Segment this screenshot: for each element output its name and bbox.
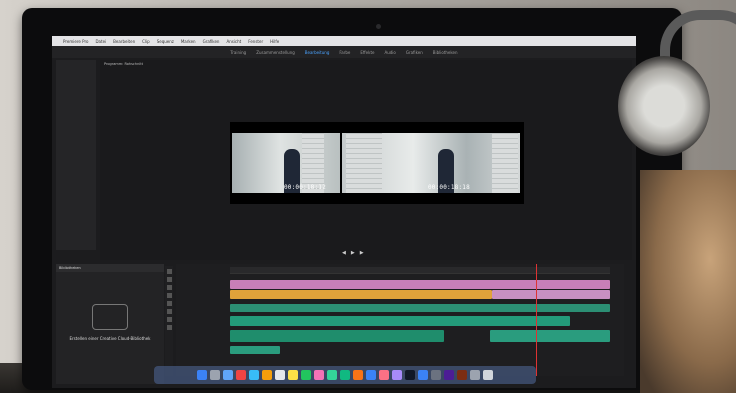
music-icon[interactable] <box>379 370 389 380</box>
notes-icon[interactable] <box>262 370 272 380</box>
program-monitor-tab[interactable]: Programm: Rohschnitt <box>104 62 143 66</box>
headphone-earcup <box>618 56 710 156</box>
time-ruler[interactable] <box>230 267 610 274</box>
menu-item[interactable]: Sequenz <box>157 39 174 44</box>
person-hair <box>640 170 736 393</box>
workspace-tab[interactable]: Audio <box>384 50 395 55</box>
library-caption: Erstellen einer Creative Cloud-Bibliothe… <box>69 336 151 341</box>
pages-icon[interactable] <box>353 370 363 380</box>
video-frame-left: 00:00:18:12 <box>232 133 340 193</box>
video-clip-orange[interactable] <box>230 290 492 299</box>
workspace-tab[interactable]: Farbe <box>339 50 350 55</box>
pen-tool-icon[interactable] <box>166 309 172 314</box>
headphones <box>600 10 736 180</box>
workspace-tab[interactable]: Effekte <box>360 50 374 55</box>
photos-icon[interactable] <box>314 370 324 380</box>
slip-tool-icon[interactable] <box>166 301 172 306</box>
workspace-tab[interactable]: Bibliotheken <box>433 50 458 55</box>
ripple-edit-tool-icon[interactable] <box>166 285 172 290</box>
creative-cloud-library-icon <box>92 304 128 330</box>
brick-wall <box>492 133 518 193</box>
transport-controls: ◀ ▶ ▶ <box>342 250 364 256</box>
menu-item[interactable]: Grafiken <box>203 39 220 44</box>
workspace-tab[interactable]: Zusammenstellung <box>256 50 295 55</box>
webcam <box>376 24 381 29</box>
audio-clip[interactable] <box>230 346 280 354</box>
workspace-tab-active[interactable]: Bearbeitung <box>305 50 330 55</box>
menu-app-title[interactable]: Premiere Pro <box>63 39 88 44</box>
video-clip-pink[interactable] <box>230 280 610 289</box>
selection-tool-icon[interactable] <box>166 269 172 274</box>
step-forward-icon[interactable]: ▶ <box>360 250 364 256</box>
hand-tool-icon[interactable] <box>166 317 172 322</box>
safari-icon[interactable] <box>223 370 233 380</box>
burned-in-timecode: 00:00:18:12 <box>284 184 326 191</box>
system-preferences-icon[interactable] <box>431 370 441 380</box>
audio-clip[interactable] <box>230 316 570 326</box>
menu-item[interactable]: Fenster <box>248 39 263 44</box>
track-select-tool-icon[interactable] <box>166 277 172 282</box>
app-store-icon[interactable] <box>418 370 428 380</box>
audio-clip[interactable] <box>230 330 444 342</box>
menu-item[interactable]: Marken <box>181 39 196 44</box>
macos-dock <box>154 366 536 384</box>
video-preview: 00:00:18:12 00:00:18:18 <box>230 122 524 204</box>
workspace-bar: Training Zusammenstellung Bearbeitung Fa… <box>52 46 636 58</box>
menu-item[interactable]: Hilfe <box>270 39 279 44</box>
video-frame-right: 00:00:18:18 <box>342 133 520 193</box>
program-monitor-panel: Programm: Rohschnitt 00:00:18:12 00:00:1… <box>100 60 632 260</box>
tools-panel <box>165 266 173 376</box>
mail-icon[interactable] <box>249 370 259 380</box>
maps-icon[interactable] <box>301 370 311 380</box>
audio-clip[interactable] <box>490 330 610 342</box>
finder-icon[interactable] <box>197 370 207 380</box>
keynote-icon[interactable] <box>366 370 376 380</box>
podcasts-icon[interactable] <box>392 370 402 380</box>
libraries-tab[interactable]: Bibliotheken <box>56 264 164 272</box>
premiere-pro-icon[interactable] <box>444 370 454 380</box>
chrome-icon[interactable] <box>236 370 246 380</box>
playhead-marker[interactable] <box>536 264 537 376</box>
step-back-icon[interactable]: ◀ <box>342 250 346 256</box>
facetime-icon[interactable] <box>340 370 350 380</box>
brick-wall <box>346 133 382 193</box>
menu-item[interactable]: Ansicht <box>226 39 241 44</box>
burned-in-timecode: 00:00:18:18 <box>428 184 470 191</box>
play-icon[interactable]: ▶ <box>351 250 355 256</box>
monitor-screen: Premiere Pro Datei Bearbeiten Clip Seque… <box>52 36 636 388</box>
razor-tool-icon[interactable] <box>166 293 172 298</box>
menu-item[interactable]: Datei <box>95 39 106 44</box>
workspace-tab[interactable]: Training <box>230 50 246 55</box>
calendar-icon[interactable] <box>275 370 285 380</box>
illustrator-icon[interactable] <box>457 370 467 380</box>
effect-controls-panel <box>56 60 96 250</box>
messages-icon[interactable] <box>327 370 337 380</box>
apple-tv-icon[interactable] <box>405 370 415 380</box>
timeline-panel[interactable] <box>176 264 624 376</box>
macos-menu-bar: Premiere Pro Datei Bearbeiten Clip Seque… <box>52 36 636 46</box>
video-clip-pink-2[interactable] <box>492 290 610 299</box>
libraries-panel: Bibliotheken Erstellen einer Creative Cl… <box>56 264 164 384</box>
menu-item[interactable]: Bearbeiten <box>113 39 135 44</box>
downloads-icon[interactable] <box>470 370 480 380</box>
type-tool-icon[interactable] <box>166 325 172 330</box>
trash-icon[interactable] <box>483 370 493 380</box>
menu-item[interactable]: Clip <box>142 39 150 44</box>
reminders-icon[interactable] <box>288 370 298 380</box>
audio-clip[interactable] <box>230 304 610 312</box>
workspace-tab[interactable]: Grafiken <box>406 50 423 55</box>
launchpad-icon[interactable] <box>210 370 220 380</box>
